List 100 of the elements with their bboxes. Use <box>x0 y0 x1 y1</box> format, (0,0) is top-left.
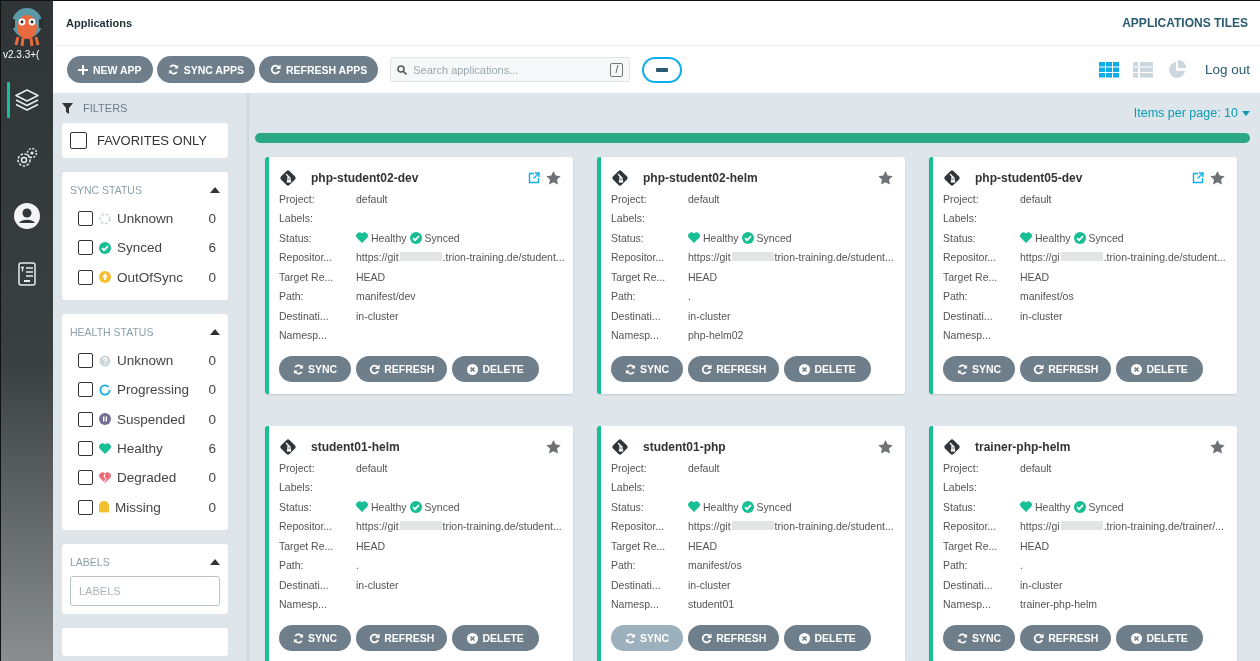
filter-label: Synced <box>117 240 164 256</box>
checkbox[interactable] <box>70 132 87 149</box>
refresh-apps-button[interactable]: REFRESH APPS <box>258 56 379 83</box>
sync-button[interactable]: SYNC <box>943 356 1016 382</box>
delete-button[interactable]: DELETE <box>452 625 539 651</box>
refresh-button[interactable]: REFRESH <box>1020 356 1112 382</box>
refresh-button[interactable]: REFRESH <box>356 356 448 382</box>
field-label: Path: <box>611 290 637 303</box>
filter-label: Unknown <box>117 353 175 369</box>
field-label: Project: <box>611 461 648 474</box>
delete-button[interactable]: DELETE <box>784 625 871 651</box>
field-value: default <box>688 192 720 205</box>
field-value: HEAD <box>1020 539 1050 552</box>
checkbox[interactable] <box>78 411 93 427</box>
sync-button[interactable]: SYNC <box>611 625 684 651</box>
field-value: https://git <box>688 251 731 264</box>
delete-button[interactable]: DELETE <box>1116 356 1203 382</box>
refresh-icon <box>369 363 381 375</box>
version-label: v2.3.3+( <box>2 49 41 60</box>
app-name[interactable]: php-student02-helm <box>635 170 872 185</box>
app-name[interactable]: php-student05-dev <box>967 170 1186 185</box>
checkbox[interactable] <box>78 353 93 369</box>
checkbox[interactable] <box>78 269 93 285</box>
sync-button[interactable]: SYNC <box>943 625 1016 651</box>
collapse-caret-icon[interactable] <box>210 328 220 335</box>
collapse-caret-icon[interactable] <box>210 187 220 193</box>
field-value: https://gi <box>1020 520 1060 533</box>
checkbox[interactable] <box>78 240 93 256</box>
synced-check-icon <box>1073 231 1086 244</box>
layers-icon[interactable] <box>15 89 39 111</box>
field-label: Status: <box>611 500 645 513</box>
blurred-text <box>399 521 442 531</box>
app-name[interactable]: student01-php <box>635 439 872 454</box>
user-avatar-icon[interactable] <box>14 203 40 229</box>
labels-field[interactable]: LABELS <box>70 575 220 606</box>
checkbox[interactable] <box>78 470 93 486</box>
field-label: Repositor... <box>279 520 334 533</box>
sync-button[interactable]: SYNC <box>611 356 684 382</box>
collapse-button[interactable] <box>642 56 683 83</box>
app-name[interactable]: trainer-php-helm <box>967 439 1204 454</box>
sync-status: Synced <box>424 231 460 244</box>
new-app-button[interactable]: NEW APP <box>67 56 153 83</box>
delete-icon <box>467 632 479 644</box>
caret-down-icon[interactable] <box>1242 110 1250 116</box>
checkbox[interactable] <box>78 211 93 227</box>
collapse-caret-icon[interactable] <box>210 558 220 565</box>
refresh-button[interactable]: REFRESH <box>356 625 448 651</box>
external-link-icon[interactable] <box>528 171 540 184</box>
filter-count: 0 <box>208 269 217 285</box>
items-per-page-dropdown[interactable]: Items per page: 10 <box>1133 106 1238 120</box>
filter-count: 0 <box>208 211 217 227</box>
field-label: Labels: <box>611 212 646 225</box>
refresh-button[interactable]: REFRESH <box>688 625 780 651</box>
app-name[interactable]: student01-helm <box>303 439 540 454</box>
field-label: Repositor... <box>943 520 998 533</box>
outline-star-icon[interactable] <box>1210 170 1225 185</box>
outline-star-icon[interactable] <box>1210 439 1225 454</box>
question-icon <box>99 354 111 367</box>
sync-apps-button[interactable]: SYNC APPS <box>156 56 255 83</box>
outline-star-icon[interactable] <box>546 439 561 454</box>
checkbox[interactable] <box>78 440 93 456</box>
sync-button[interactable]: SYNC <box>279 625 352 651</box>
gears-icon[interactable] <box>15 146 39 170</box>
app-name[interactable]: php-student02-dev <box>303 170 522 185</box>
delete-button[interactable]: DELETE <box>784 356 871 382</box>
tiles-view-icon[interactable] <box>1098 61 1119 78</box>
external-link-icon[interactable] <box>1192 171 1204 184</box>
field-label: Repositor... <box>279 251 334 264</box>
delete-button[interactable]: DELETE <box>452 356 539 382</box>
health-status: Healthy <box>371 231 407 244</box>
heart-icon <box>688 501 700 513</box>
field-label: Labels: <box>279 212 314 225</box>
octopus-logo[interactable] <box>9 7 45 47</box>
field-label: Target Re... <box>611 270 667 283</box>
field-label: Target Re... <box>279 539 335 552</box>
filter-count: 0 <box>208 470 217 486</box>
refresh-button[interactable]: REFRESH <box>1020 625 1112 651</box>
field-value: php-helm02 <box>688 329 744 342</box>
field-value: .trion-training.de/student... <box>1103 251 1226 264</box>
checkbox[interactable] <box>78 382 93 398</box>
field-value: trion-training.de/student... <box>774 520 894 533</box>
section-heading: SYNC STATUS <box>70 184 142 196</box>
outline-star-icon[interactable] <box>878 439 893 454</box>
field-label: Status: <box>611 231 645 244</box>
delete-button[interactable]: DELETE <box>1116 625 1203 651</box>
health-status: Healthy <box>371 500 407 513</box>
refresh-icon <box>1033 632 1045 644</box>
outline-star-icon[interactable] <box>878 170 893 185</box>
checkbox[interactable] <box>78 499 93 515</box>
sync-button[interactable]: SYNC <box>279 356 352 382</box>
logout-link[interactable]: Log out <box>1204 62 1250 77</box>
outline-star-icon[interactable] <box>546 170 561 185</box>
refresh-button[interactable]: REFRESH <box>688 356 780 382</box>
blurred-text <box>399 252 442 262</box>
docs-icon[interactable] <box>18 262 36 286</box>
delete-icon <box>799 632 811 644</box>
field-label: Target Re... <box>943 270 999 283</box>
view-title: APPLICATIONS TILES <box>1122 16 1248 30</box>
field-value: default <box>356 192 388 205</box>
minus-icon <box>656 67 669 72</box>
